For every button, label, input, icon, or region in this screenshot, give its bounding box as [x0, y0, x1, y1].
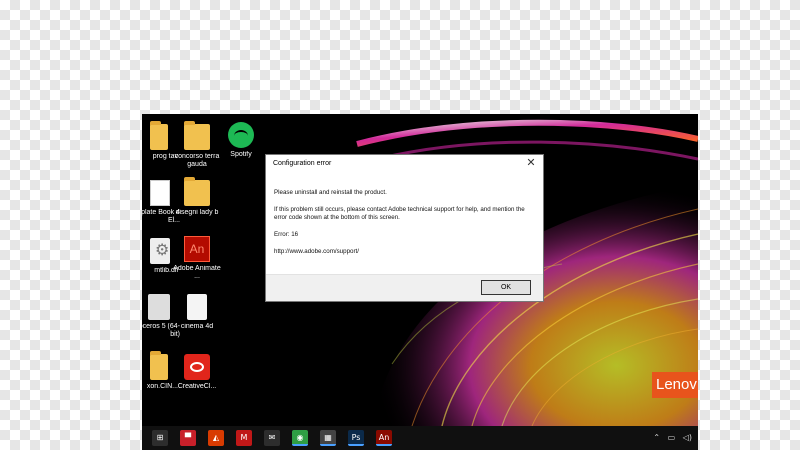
folder-icon: [150, 121, 168, 150]
dialog-body: Please uninstall and reinstall the produ…: [274, 189, 536, 256]
document-icon: [150, 180, 170, 206]
volume-icon[interactable]: ◁): [683, 433, 692, 442]
desktop-icon-adobe-animate[interactable]: An Adobe Animate ...: [170, 236, 224, 281]
desktop-icon-creative-cloud[interactable]: CreativeCl...: [170, 354, 224, 391]
folder-icon: [150, 351, 168, 380]
animate-icon[interactable]: An: [376, 430, 392, 446]
desktop-icon-spotify[interactable]: Spotify: [214, 122, 268, 159]
lenovo-logo: Lenov: [652, 372, 698, 398]
ok-button[interactable]: OK: [481, 280, 531, 295]
desktop-icon-cinema4d[interactable]: cinema 4d: [170, 294, 224, 331]
cinema4d-file-icon: [187, 294, 207, 320]
folder-icon: [184, 121, 210, 150]
desktop-icon-label: Spotify: [230, 151, 252, 158]
creative-cloud-icon: [184, 354, 210, 380]
calculator-icon[interactable]: ▦: [320, 430, 336, 446]
dll-file-icon: [150, 238, 170, 264]
mcafee-icon[interactable]: M: [236, 430, 252, 446]
chrome-icon[interactable]: ◉: [292, 430, 308, 446]
dialog-footer: OK: [266, 274, 543, 301]
rhinoceros-icon: [148, 294, 170, 320]
taskbar: ⊞ ▀ ◭ M ✉ ◉ ▦ Ps An ⌃ ▭ ◁): [142, 426, 698, 450]
dialog-error-code: Error: 16: [274, 231, 299, 238]
network-icon[interactable]: ▭: [668, 433, 676, 442]
chevron-up-icon[interactable]: ⌃: [653, 433, 660, 442]
configuration-error-dialog: Configuration error ✕ Please uninstall a…: [265, 154, 544, 302]
spotify-icon: [228, 122, 254, 148]
desktop-screen: Lenov prog tav concorso terra gauda Spot…: [142, 114, 698, 450]
desktop-icon-label: Adobe Animate ...: [173, 265, 221, 280]
adobe-animate-icon: An: [184, 236, 210, 262]
acrobat-icon[interactable]: ◭: [208, 430, 224, 446]
close-icon[interactable]: ✕: [524, 156, 538, 170]
mail-app-icon[interactable]: ▀: [180, 430, 196, 446]
windows-store-icon[interactable]: ⊞: [152, 430, 168, 446]
photoshop-icon[interactable]: Ps: [348, 430, 364, 446]
desktop-icon-label: disegni lady b: [175, 209, 219, 216]
system-tray: ⌃ ▭ ◁): [648, 433, 692, 442]
desktop-icon-label: cinema 4d: [180, 323, 214, 330]
dialog-message-reinstall: Please uninstall and reinstall the produ…: [274, 189, 387, 196]
desktop-icon-disegni[interactable]: disegni lady b: [170, 177, 224, 217]
envelope-icon[interactable]: ✉: [264, 430, 280, 446]
dialog-title: Configuration error: [273, 160, 332, 167]
dialog-message-support: If this problem still occurs, please con…: [274, 206, 525, 221]
desktop-icon-label: CreativeCl...: [177, 383, 217, 390]
folder-icon: [184, 177, 210, 206]
dialog-support-url: http://www.adobe.com/support/: [274, 248, 359, 255]
